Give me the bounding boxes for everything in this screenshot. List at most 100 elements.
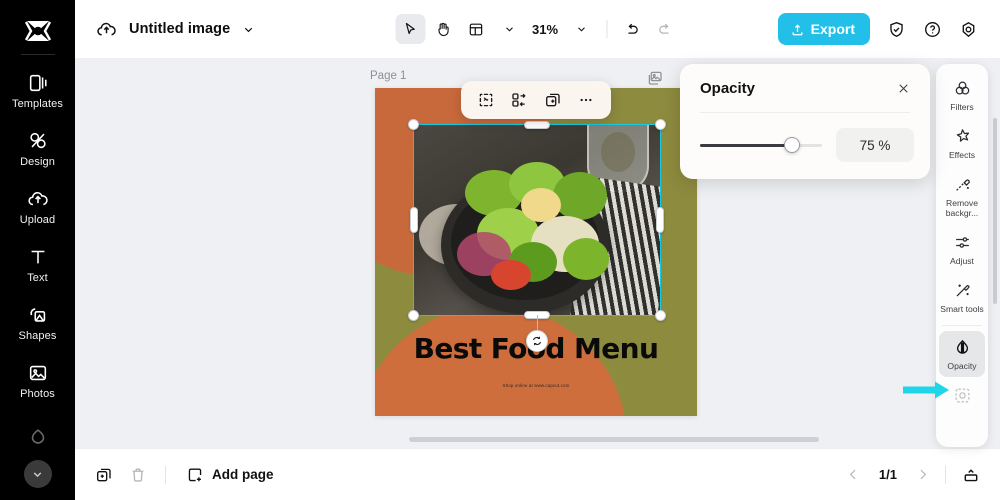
chevron-down-icon — [505, 27, 513, 32]
tool-item-filters[interactable]: Filters — [939, 72, 985, 118]
zoom-level-value[interactable]: 31% — [527, 22, 563, 37]
tool-label-filters: Filters — [950, 102, 974, 112]
page-indicator: 1/1 — [878, 467, 897, 482]
zoom-dropdown-button[interactable] — [566, 14, 596, 44]
sidebar-item-upload[interactable]: Upload — [5, 179, 71, 235]
photos-icon — [29, 365, 46, 381]
cutout-icon — [954, 388, 970, 403]
document-title[interactable]: Untitled image — [129, 21, 230, 37]
horizontal-scrollbar[interactable] — [409, 437, 819, 442]
photo-glass-fill — [601, 132, 635, 172]
delete-page-button[interactable] — [123, 460, 153, 490]
upload-cloud-icon — [27, 192, 48, 206]
chevron-left-icon — [850, 469, 856, 480]
duplicate-icon — [545, 93, 560, 107]
tool-item-effects[interactable]: Effects — [939, 120, 985, 166]
cursor-arrow-icon — [405, 22, 415, 34]
canvas-headline[interactable]: Best Food Menu — [375, 332, 697, 365]
page-label: Page 1 — [370, 70, 407, 82]
salad-leaf — [553, 172, 607, 220]
help-button[interactable] — [916, 13, 948, 45]
more-options-button[interactable] — [573, 87, 599, 113]
tool-label-remove-background: Remove backgr... — [945, 198, 979, 218]
chevron-right-icon — [919, 469, 926, 480]
sidebar-label-templates: Templates — [11, 98, 64, 110]
opacity-droplet-icon — [956, 339, 968, 354]
tool-item-adjust[interactable]: Adjust — [939, 226, 985, 272]
export-upload-icon — [792, 23, 803, 35]
select-tool-button[interactable] — [394, 14, 425, 44]
sidebar-item-shapes[interactable]: Shapes — [5, 295, 71, 351]
sidebar-divider — [20, 54, 55, 55]
duplicate-page-button[interactable] — [89, 460, 119, 490]
sidebar-item-design[interactable]: Design — [5, 121, 71, 177]
replace-image-button[interactable] — [506, 87, 532, 113]
chevron-down-icon — [245, 27, 253, 32]
bottom-divider — [165, 465, 166, 484]
text-icon — [31, 250, 44, 264]
salad-cheese — [521, 188, 561, 222]
duplicate-button[interactable] — [540, 87, 566, 113]
undo-icon — [628, 23, 638, 34]
chevron-down-icon — [577, 27, 585, 32]
opacity-slider[interactable] — [700, 137, 822, 153]
tool-item-cutout[interactable] — [939, 379, 985, 415]
salad-leaf — [563, 238, 609, 280]
salad-tomato — [491, 260, 531, 290]
layout-icon — [469, 23, 483, 35]
opacity-value-input[interactable]: 75 % — [836, 128, 914, 162]
hand-tool-button[interactable] — [428, 14, 458, 44]
opacity-panel-close-button[interactable] — [892, 77, 914, 99]
capcut-logo[interactable] — [18, 14, 58, 48]
tool-label-adjust: Adjust — [950, 256, 974, 266]
tool-item-smart-tools[interactable]: Smart tools — [939, 274, 985, 320]
bottom-bar: Add page 1/1 — [75, 448, 1000, 500]
export-label: Export — [810, 21, 855, 37]
vertical-scrollbar[interactable] — [993, 118, 997, 304]
effects-sparkle-icon — [956, 129, 969, 142]
add-page-button[interactable]: Add page — [178, 461, 282, 489]
slider-fill — [700, 143, 792, 147]
design-canvas[interactable]: introducing our new menu. — [375, 88, 697, 416]
sidebar-item-elements[interactable] — [5, 411, 71, 467]
layout-tool-button[interactable] — [461, 14, 491, 44]
sidebar-more-button[interactable] — [23, 460, 52, 488]
cloud-save-button[interactable] — [93, 16, 119, 42]
next-page-button[interactable] — [909, 462, 935, 488]
salad-photo[interactable] — [413, 124, 661, 316]
settings-button[interactable] — [952, 13, 984, 45]
tool-item-remove-background[interactable]: Remove backgr... — [939, 168, 985, 224]
upload-cloud-icon — [96, 22, 116, 35]
document-menu-caret[interactable] — [240, 21, 257, 38]
top-right-actions: Export — [777, 13, 984, 45]
chevron-down-icon — [33, 471, 42, 477]
tool-item-opacity[interactable]: Opacity — [939, 331, 985, 377]
prev-page-button[interactable] — [841, 462, 867, 488]
filters-icon — [955, 81, 969, 95]
canvas-footer-text: Shop online at www.capcut.com — [502, 383, 570, 388]
slider-thumb[interactable] — [783, 137, 800, 153]
toolbar-divider — [606, 20, 608, 38]
opacity-panel-header: Opacity — [680, 64, 930, 112]
panel-toggle-button[interactable] — [956, 460, 986, 490]
layout-dropdown-button[interactable] — [494, 14, 524, 44]
settings-gear-icon — [962, 21, 974, 37]
sidebar-item-templates[interactable]: Templates — [5, 63, 71, 119]
opacity-panel-body: 75 % — [680, 113, 930, 177]
sidebar-label-text: Text — [27, 272, 48, 284]
help-circle-icon — [924, 21, 940, 37]
close-x-icon — [898, 83, 908, 93]
crop-button[interactable] — [473, 87, 499, 113]
remove-background-icon — [955, 179, 970, 191]
document-group: Untitled image — [75, 16, 257, 42]
redo-button[interactable] — [650, 14, 680, 44]
tool-label-effects: Effects — [948, 150, 976, 160]
image-layers-icon[interactable] — [646, 69, 664, 87]
replace-image-icon — [512, 93, 526, 107]
undo-button[interactable] — [617, 14, 647, 44]
export-button[interactable]: Export — [777, 13, 870, 45]
shield-button[interactable] — [880, 13, 912, 45]
sidebar-item-photos[interactable]: Photos — [5, 353, 71, 409]
sidebar-items: Templates Design Upload Text Shapes Phot… — [0, 59, 75, 500]
sidebar-item-text[interactable]: Text — [5, 237, 71, 293]
